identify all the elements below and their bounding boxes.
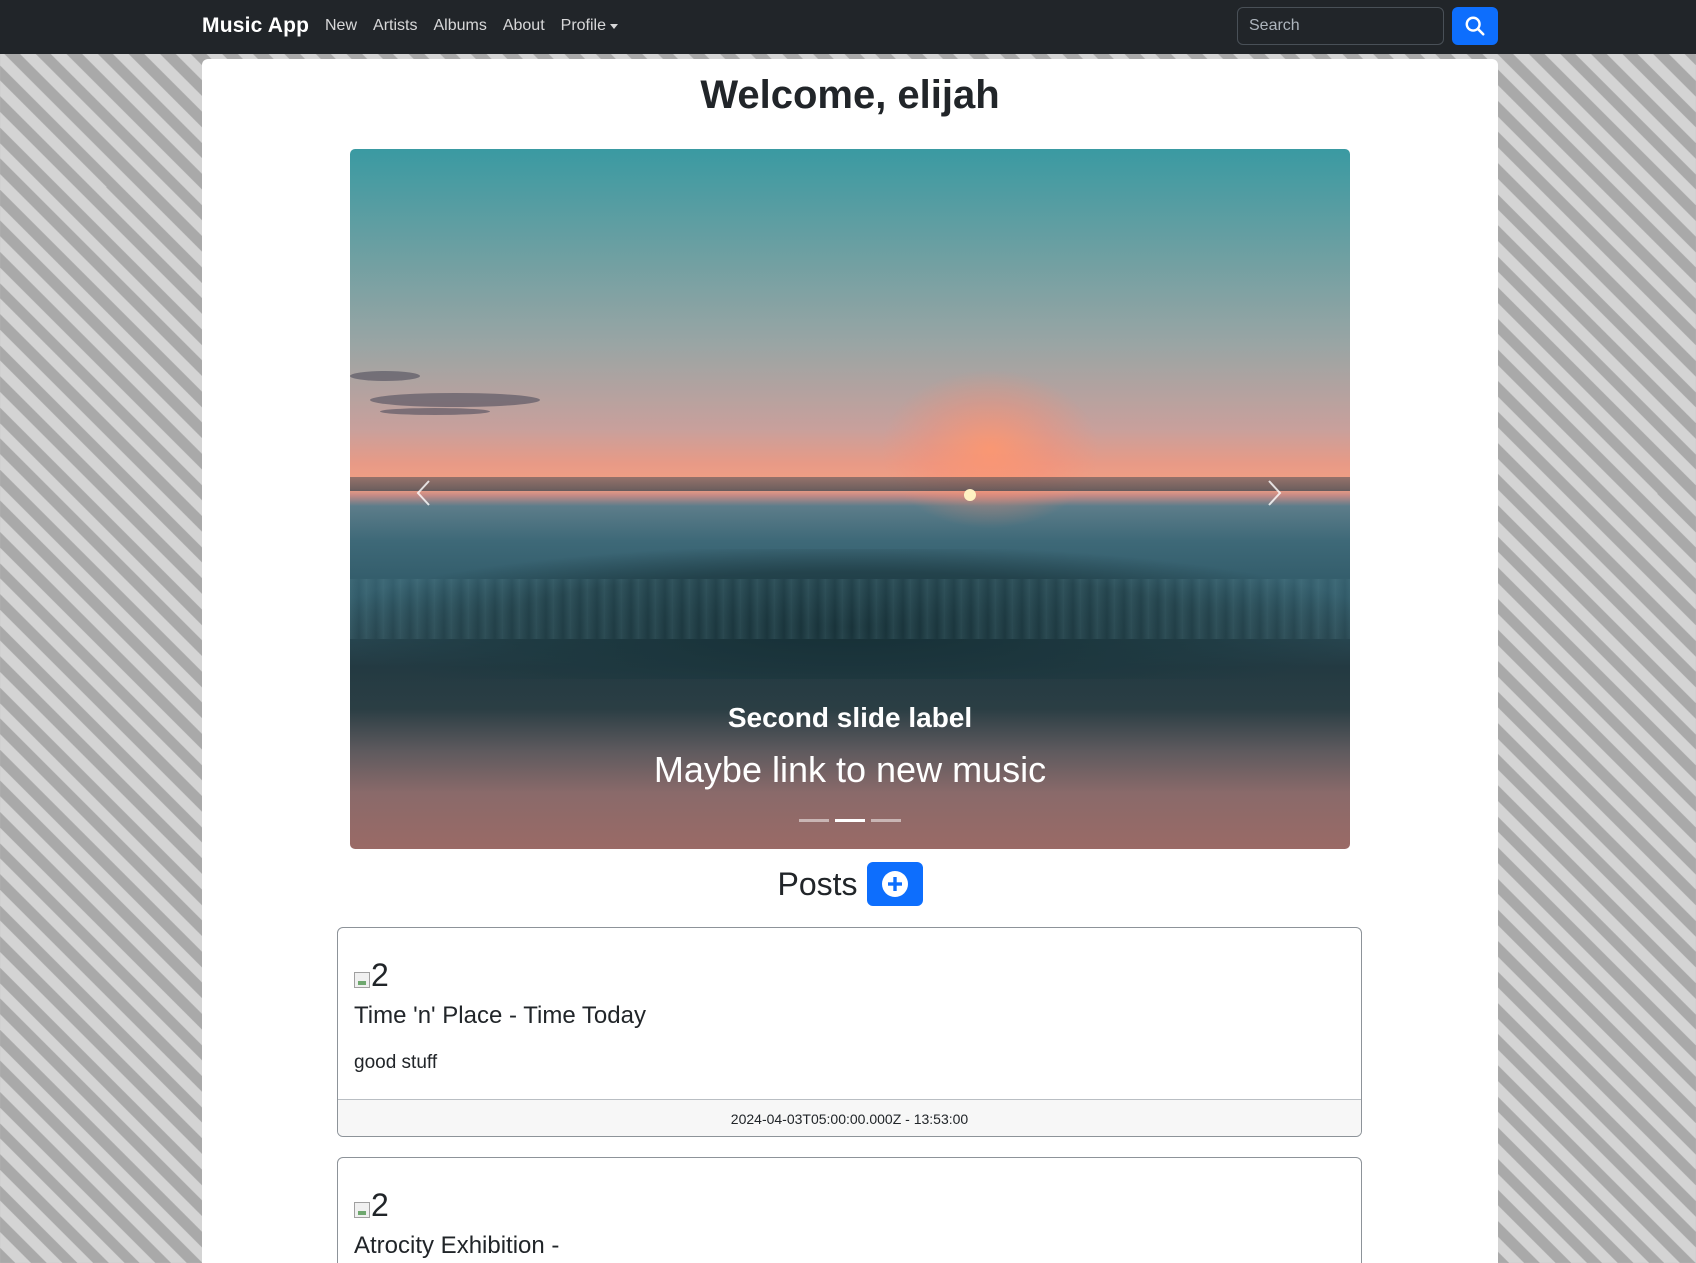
welcome-heading: Welcome, elijah (700, 73, 1000, 117)
carousel-indicator-1[interactable] (799, 819, 829, 822)
carousel: Second slide label Maybe link to new mus… (350, 149, 1350, 849)
brand-link[interactable]: Music App (202, 14, 309, 38)
post-image-alt: 2 (371, 1187, 389, 1223)
carousel-indicator-3[interactable] (871, 819, 901, 822)
plus-circle-icon (881, 871, 908, 897)
post-title: Atrocity Exhibition - (354, 1232, 560, 1259)
nav-link-artists[interactable]: Artists (373, 17, 417, 35)
carousel-next-button[interactable] (1262, 479, 1286, 507)
carousel-caption-title: Second slide label (727, 702, 973, 733)
chevron-left-icon (416, 480, 430, 506)
caret-down-icon (610, 23, 618, 29)
post-image: 2 (354, 1184, 389, 1224)
post-card: 2 Atrocity Exhibition - (337, 1157, 1362, 1263)
search-icon (1465, 16, 1485, 36)
post-body: good stuff (354, 1052, 438, 1073)
add-post-button[interactable] (866, 862, 923, 906)
post-footer: 2024-04-03T05:00:00.000Z - 13:53:00 (338, 1099, 1361, 1136)
main-content: Welcome, elijah Second slide label Maybe… (202, 59, 1498, 1263)
nav-links: New Artists Albums About Profile (325, 17, 634, 35)
post-card: 2 Time 'n' Place - Time Today good stuff… (337, 927, 1362, 1137)
chevron-right-icon (1268, 480, 1282, 506)
nav-link-albums[interactable]: Albums (433, 17, 486, 35)
broken-image-icon (354, 1202, 370, 1218)
cloud (350, 371, 420, 381)
search-input[interactable] (1237, 7, 1444, 45)
nav-link-profile-dropdown[interactable]: Profile (561, 17, 618, 35)
search-button[interactable] (1452, 7, 1498, 45)
sunset-glow (880, 369, 1100, 529)
post-image-alt: 2 (371, 957, 389, 993)
horizon (350, 477, 1350, 491)
posts-header: Posts (202, 862, 1498, 906)
cloud (370, 393, 540, 407)
wave-foam (350, 579, 1350, 639)
nav-link-about[interactable]: About (503, 17, 545, 35)
cloud (380, 408, 490, 415)
carousel-indicator-2[interactable] (835, 819, 865, 822)
post-image: 2 (354, 954, 389, 994)
navbar: Music App New Artists Albums About Profi… (0, 0, 1696, 54)
nav-link-new[interactable]: New (325, 17, 357, 35)
sun (964, 489, 976, 501)
posts-title: Posts (777, 865, 858, 902)
carousel-caption-text: Maybe link to new music (653, 749, 1047, 790)
carousel-indicators (350, 819, 1350, 822)
carousel-prev-button[interactable] (412, 479, 436, 507)
nav-link-profile-label: Profile (560, 17, 606, 34)
broken-image-icon (354, 972, 370, 988)
post-title: Time 'n' Place - Time Today (354, 1002, 646, 1029)
